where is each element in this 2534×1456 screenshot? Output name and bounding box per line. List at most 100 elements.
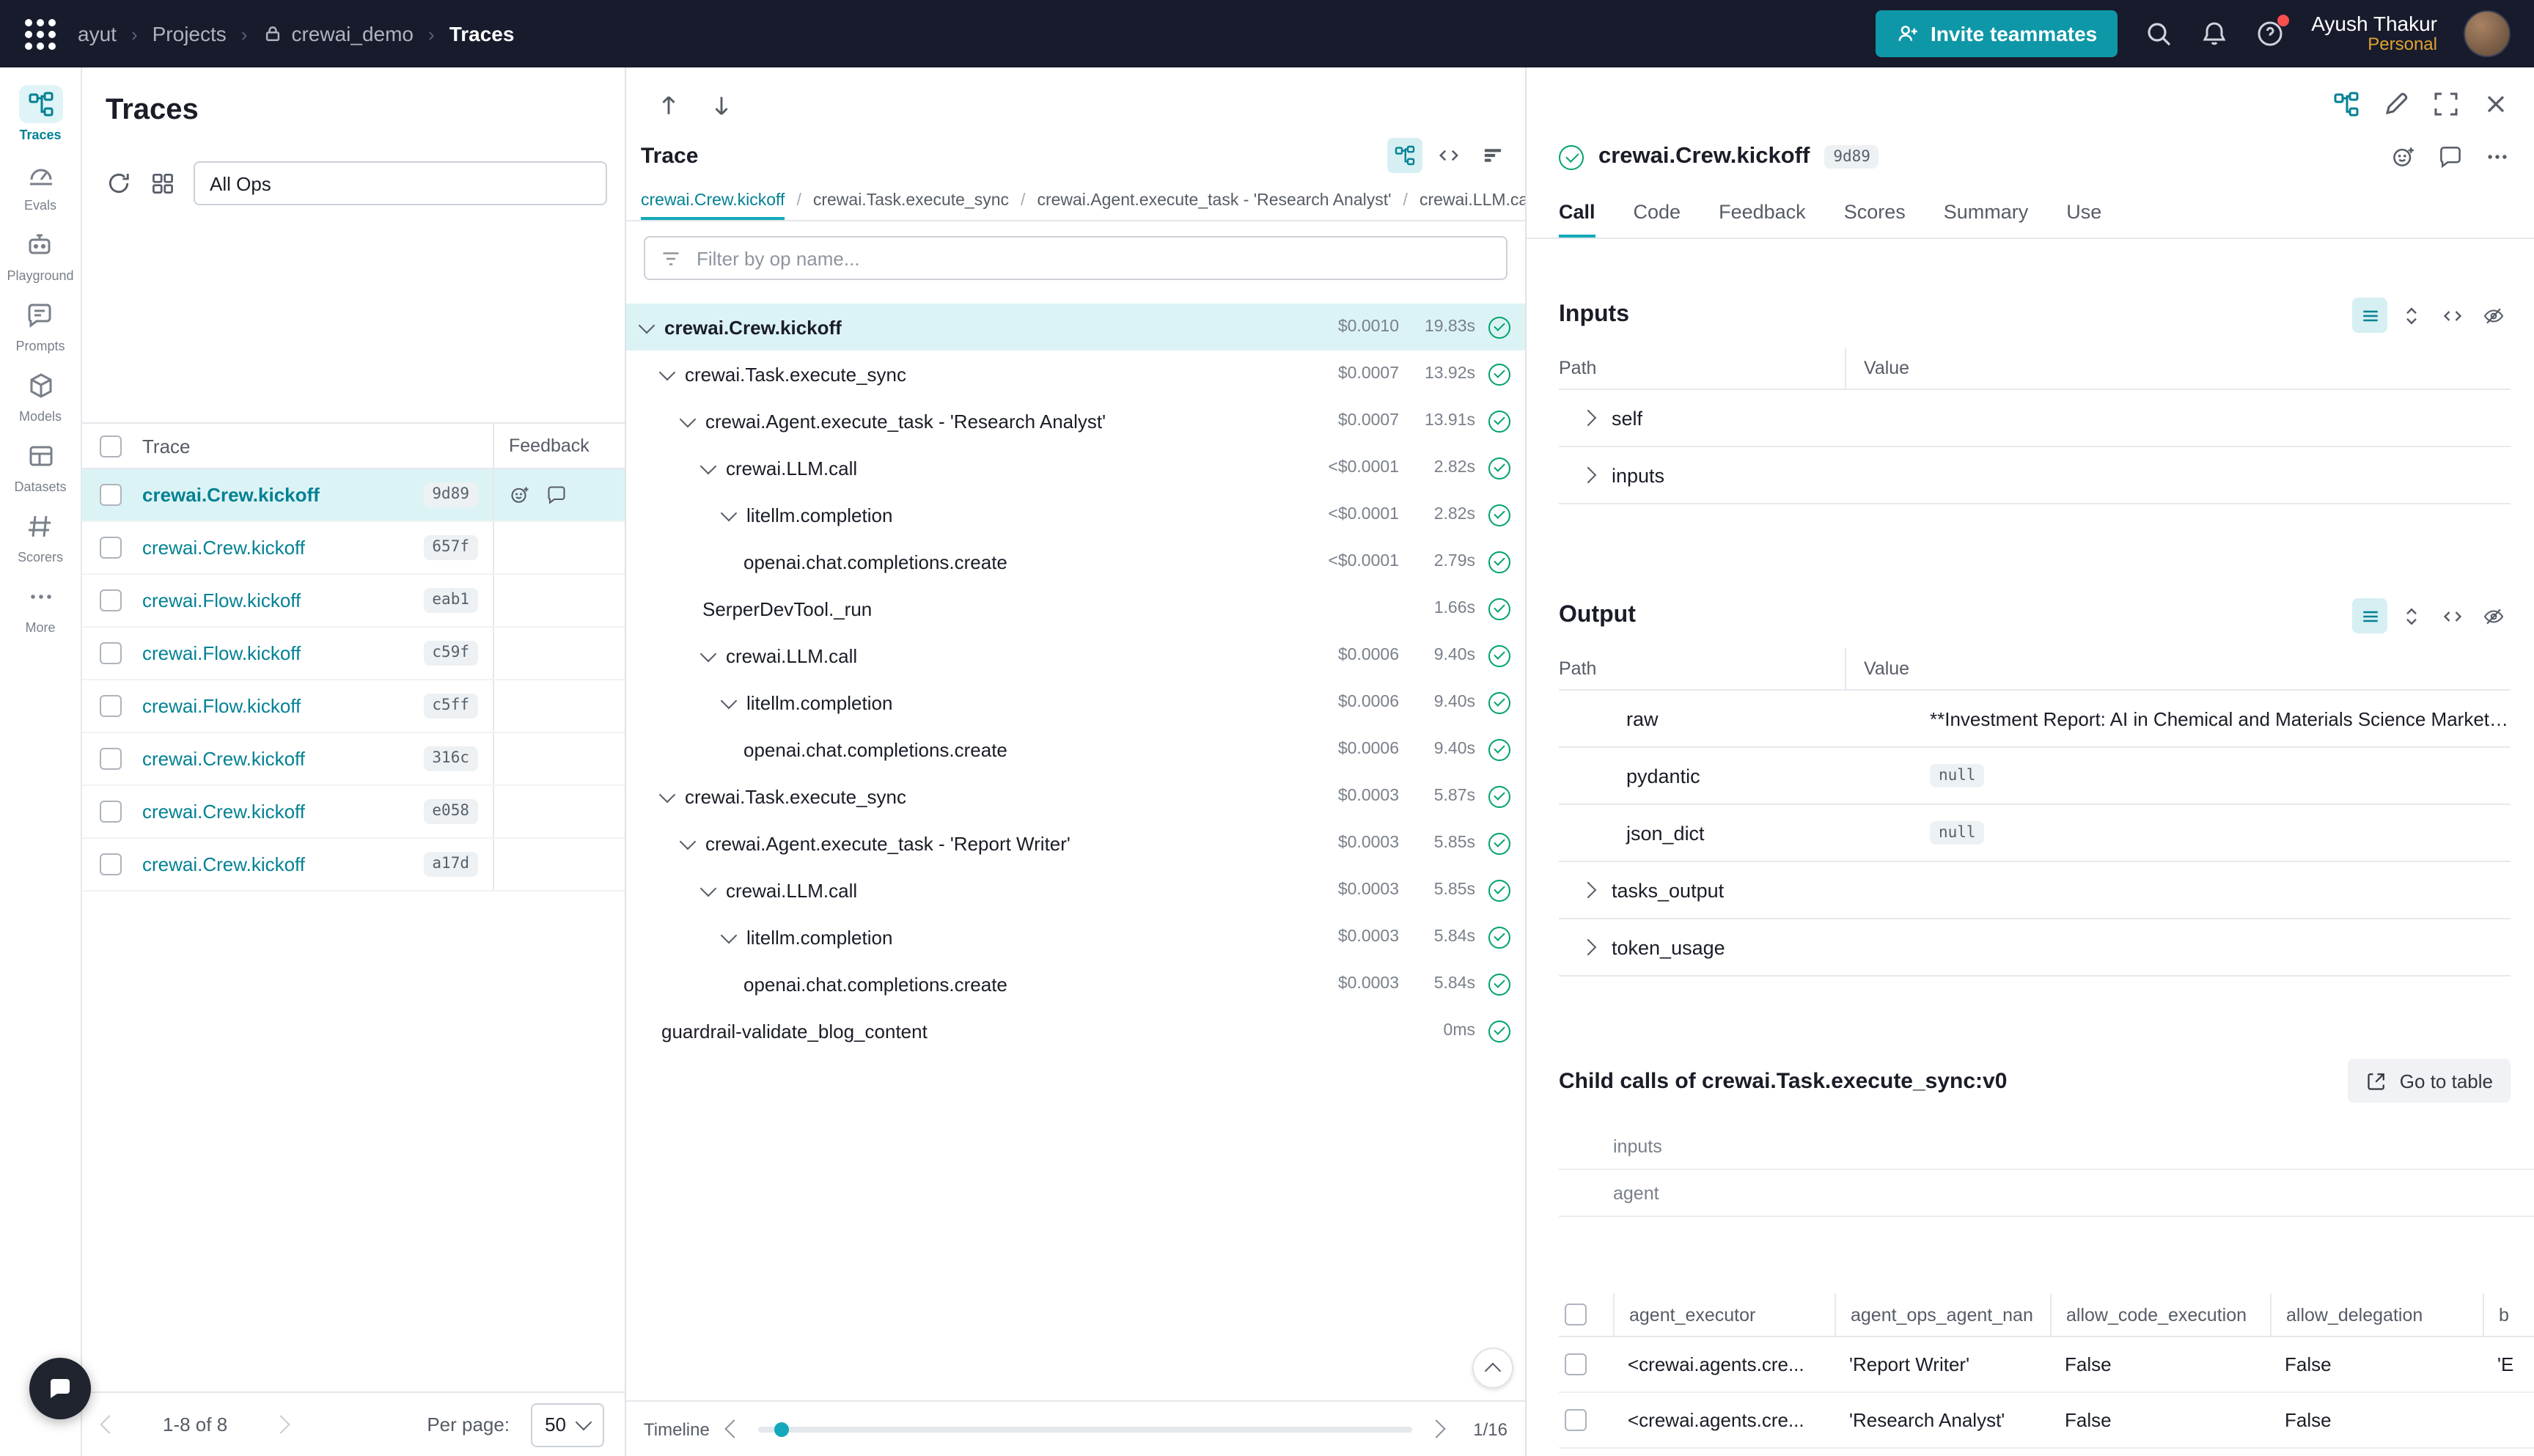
sidebar-item-scorers[interactable]: Scorers bbox=[18, 507, 63, 565]
chevron-down-icon[interactable] bbox=[680, 411, 697, 427]
search-icon[interactable] bbox=[2144, 19, 2173, 48]
chevron-right-icon[interactable] bbox=[1580, 882, 1597, 899]
output-row-pydantic[interactable]: pydantic null bbox=[1559, 748, 2511, 805]
table-row[interactable]: crewai.Flow.kickoff eab1 bbox=[82, 575, 625, 628]
sidebar-item-traces[interactable]: Traces bbox=[18, 85, 62, 142]
chevron-down-icon[interactable] bbox=[721, 927, 738, 944]
trace-link[interactable]: crewai.Crew.kickoff bbox=[142, 853, 423, 875]
chevron-down-icon[interactable] bbox=[700, 645, 717, 662]
tree-row[interactable]: openai.chat.completions.create $0.0003 5… bbox=[626, 960, 1525, 1007]
breadcrumb-project[interactable]: crewai_demo bbox=[291, 22, 414, 45]
user-menu[interactable]: Ayush Thakur Personal bbox=[2311, 12, 2437, 56]
tree-row[interactable]: crewai.LLM.call <$0.0001 2.82s bbox=[626, 444, 1525, 491]
chevron-down-icon[interactable] bbox=[659, 364, 676, 380]
tree-row[interactable]: crewai.Task.execute_sync $0.0003 5.87s bbox=[626, 773, 1525, 820]
tree-row[interactable]: crewai.LLM.call $0.0006 9.40s bbox=[626, 632, 1525, 679]
prev-page-icon[interactable] bbox=[100, 1415, 118, 1433]
chevron-right-icon[interactable] bbox=[1580, 939, 1597, 956]
op-name-filter-input[interactable] bbox=[694, 246, 1491, 271]
breadcrumb-projects[interactable]: Projects bbox=[153, 22, 227, 45]
chevron-down-icon[interactable] bbox=[700, 457, 717, 474]
input-row-self[interactable]: self bbox=[1559, 390, 2511, 447]
table-row[interactable]: crewai.Crew.kickoff 316c bbox=[82, 733, 625, 786]
chevron-down-icon[interactable] bbox=[680, 833, 697, 850]
column-header[interactable]: agent_ops_agent_nan bbox=[1835, 1293, 2050, 1336]
raw-output-value[interactable]: **Investment Report: AI in Chemical and … bbox=[1930, 707, 2511, 729]
trace-link[interactable]: crewai.Crew.kickoff bbox=[142, 484, 423, 506]
table-row[interactable]: crewai.Flow.kickoff c59f bbox=[82, 628, 625, 680]
code-format-icon[interactable] bbox=[2434, 598, 2469, 633]
next-page-icon[interactable] bbox=[271, 1415, 290, 1433]
tree-row[interactable]: crewai.Task.execute_sync $0.0007 13.92s bbox=[626, 350, 1525, 397]
row-checkbox[interactable] bbox=[100, 748, 122, 770]
collapse-timeline-button[interactable] bbox=[1472, 1347, 1513, 1389]
refresh-icon[interactable] bbox=[106, 170, 132, 196]
tree-view-icon[interactable] bbox=[1387, 138, 1422, 173]
input-row-inputs[interactable]: inputs bbox=[1559, 447, 2511, 504]
help-icon[interactable] bbox=[2255, 19, 2285, 48]
code-format-icon[interactable] bbox=[2434, 298, 2469, 333]
sidebar-item-playground[interactable]: Playground bbox=[7, 226, 73, 283]
timeline-prev-icon[interactable] bbox=[724, 1419, 743, 1438]
sidebar-item-models[interactable]: Models bbox=[18, 367, 62, 424]
close-icon[interactable] bbox=[2481, 89, 2511, 119]
view-settings-icon[interactable] bbox=[150, 170, 176, 196]
text-view-icon[interactable] bbox=[2352, 298, 2387, 333]
column-header[interactable]: allow_delegation bbox=[2270, 1293, 2483, 1336]
column-header[interactable]: agent_executor bbox=[1613, 1293, 1835, 1336]
sidebar-item-prompts[interactable]: Prompts bbox=[15, 296, 65, 353]
output-row-json-dict[interactable]: json_dict null bbox=[1559, 805, 2511, 862]
support-chat-button[interactable] bbox=[29, 1358, 91, 1419]
avatar[interactable] bbox=[2464, 10, 2511, 57]
go-to-table-button[interactable]: Go to table bbox=[2348, 1059, 2511, 1103]
column-header-trace[interactable]: Trace bbox=[142, 435, 493, 457]
table-row[interactable]: crewai.Crew.kickoff a17d bbox=[82, 839, 625, 891]
stack-tab[interactable]: crewai.LLM.cal bbox=[1420, 192, 1525, 220]
timeline-next-icon[interactable] bbox=[1427, 1419, 1445, 1438]
comment-icon[interactable] bbox=[2437, 144, 2464, 170]
row-checkbox[interactable] bbox=[100, 589, 122, 611]
hide-values-icon[interactable] bbox=[2475, 298, 2511, 333]
trace-link[interactable]: crewai.Flow.kickoff bbox=[142, 695, 423, 717]
row-checkbox[interactable] bbox=[100, 642, 122, 664]
tab-code[interactable]: Code bbox=[1634, 201, 1681, 238]
prev-call-icon[interactable] bbox=[650, 87, 688, 125]
row-checkbox[interactable] bbox=[100, 484, 122, 506]
sidebar-item-more[interactable]: More bbox=[18, 578, 62, 635]
tree-row[interactable]: openai.chat.completions.create $0.0006 9… bbox=[626, 726, 1525, 773]
chevron-right-icon[interactable] bbox=[1580, 467, 1597, 484]
row-checkbox[interactable] bbox=[100, 537, 122, 559]
trace-link[interactable]: crewai.Crew.kickoff bbox=[142, 537, 423, 559]
row-checkbox[interactable] bbox=[100, 801, 122, 823]
tree-row[interactable]: SerperDevTool._run 1.66s bbox=[626, 585, 1525, 632]
fullscreen-icon[interactable] bbox=[2431, 89, 2461, 119]
table-row[interactable]: <crewai.agents.cre... 'Research Analyst'… bbox=[1559, 1393, 2534, 1449]
tab-use[interactable]: Use bbox=[2066, 201, 2101, 238]
table-row[interactable]: crewai.Flow.kickoff c5ff bbox=[82, 680, 625, 733]
invite-teammates-button[interactable]: Invite teammates bbox=[1875, 10, 2118, 57]
table-row[interactable]: crewai.Crew.kickoff 9d89 bbox=[82, 469, 625, 522]
chevron-down-icon[interactable] bbox=[659, 786, 676, 803]
trace-link[interactable]: crewai.Crew.kickoff bbox=[142, 748, 423, 770]
chevron-down-icon[interactable] bbox=[639, 317, 655, 334]
tree-row[interactable]: litellm.completion $0.0003 5.84s bbox=[626, 913, 1525, 960]
chevron-down-icon[interactable] bbox=[700, 880, 717, 897]
select-all-checkbox[interactable] bbox=[100, 435, 122, 457]
column-header-feedback[interactable]: Feedback bbox=[493, 424, 625, 468]
timeline-slider[interactable] bbox=[758, 1426, 1412, 1432]
flame-graph-icon[interactable] bbox=[1475, 138, 1510, 173]
tree-row[interactable]: crewai.Agent.execute_task - 'Report Writ… bbox=[626, 820, 1525, 867]
trace-link[interactable]: crewai.Flow.kickoff bbox=[142, 642, 423, 664]
stack-tab[interactable]: crewai.Agent.execute_task - 'Research An… bbox=[1037, 192, 1391, 220]
select-all-checkbox[interactable] bbox=[1565, 1304, 1587, 1326]
comment-feedback-icon[interactable] bbox=[546, 484, 568, 506]
chevron-down-icon[interactable] bbox=[721, 504, 738, 521]
row-checkbox[interactable] bbox=[1565, 1353, 1587, 1375]
column-header[interactable]: b bbox=[2483, 1293, 2534, 1336]
call-id-badge[interactable]: 9d89 bbox=[1824, 144, 1879, 169]
show-in-tree-icon[interactable] bbox=[2332, 89, 2361, 119]
row-checkbox[interactable] bbox=[100, 695, 122, 717]
tab-call[interactable]: Call bbox=[1559, 201, 1595, 238]
tab-scores[interactable]: Scores bbox=[1844, 201, 1906, 238]
notifications-bell-icon[interactable] bbox=[2200, 19, 2229, 48]
